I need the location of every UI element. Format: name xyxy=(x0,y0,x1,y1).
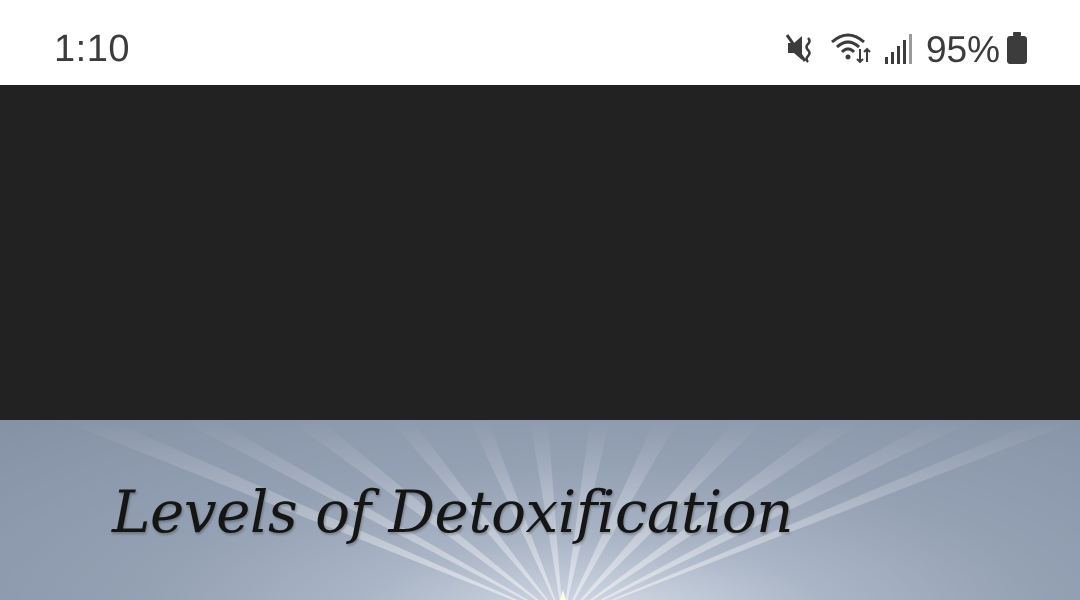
status-icons: 95% xyxy=(784,28,1028,72)
battery-percent: 95% xyxy=(925,29,1000,70)
mute-icon xyxy=(784,31,818,70)
status-time: 1:10 xyxy=(54,28,130,70)
banner-image: Levels of Detoxification xyxy=(0,420,1080,600)
spark-icon xyxy=(560,590,566,600)
signal-icon xyxy=(884,31,914,70)
battery-icon xyxy=(1006,31,1028,70)
banner-title: Levels of Detoxification xyxy=(112,478,794,546)
video-player-area[interactable] xyxy=(0,85,1080,420)
status-bar: 1:10 95% xyxy=(0,0,1080,85)
wifi-icon xyxy=(830,31,872,70)
